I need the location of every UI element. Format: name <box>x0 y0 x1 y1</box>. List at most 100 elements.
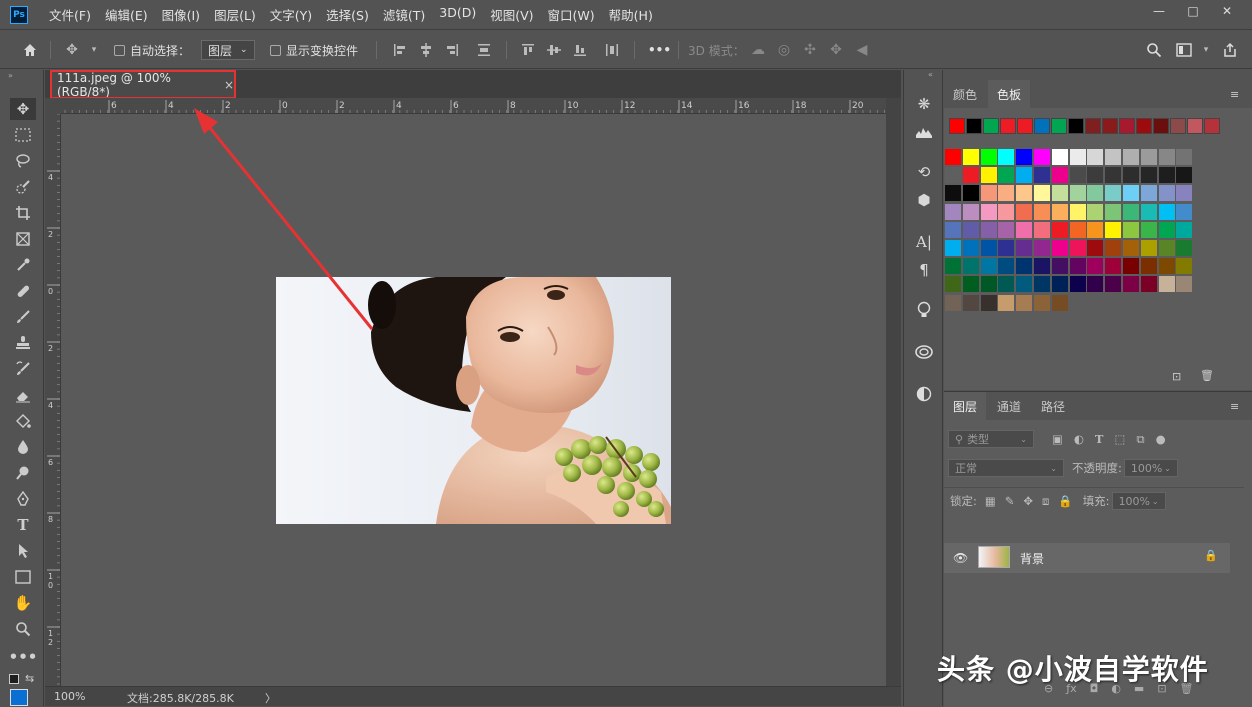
filter-adjustment-icon[interactable]: ◐ <box>1074 432 1084 446</box>
lightbulb-icon[interactable] <box>914 300 934 320</box>
menu-item-9[interactable]: 窗口(W) <box>541 5 602 24</box>
color-swatch[interactable] <box>1158 185 1175 202</box>
color-swatch[interactable] <box>980 221 997 238</box>
recent-swatch[interactable] <box>1085 118 1101 134</box>
blur-tool-icon[interactable] <box>10 436 36 458</box>
auto-select-checkbox[interactable]: 自动选择： <box>114 40 190 60</box>
tab-color[interactable]: 颜色 <box>944 80 986 108</box>
color-swatch[interactable] <box>1087 149 1104 165</box>
color-swatch[interactable] <box>1051 203 1068 220</box>
color-swatch[interactable] <box>945 185 961 202</box>
align-vertical-center-icon[interactable] <box>546 42 562 58</box>
history-icon[interactable]: ⟲ <box>914 162 934 182</box>
search-icon[interactable] <box>1146 42 1162 58</box>
color-swatch[interactable] <box>1105 167 1122 184</box>
recent-swatch[interactable] <box>1017 118 1033 134</box>
color-swatch[interactable] <box>1016 276 1033 293</box>
color-swatch[interactable] <box>1140 258 1157 275</box>
ruler-origin[interactable] <box>45 98 61 114</box>
color-swatch[interactable] <box>962 185 979 202</box>
recent-swatch[interactable] <box>1204 118 1220 134</box>
filter-toggle-icon[interactable]: ● <box>1156 432 1166 446</box>
color-swatch[interactable] <box>1140 240 1157 256</box>
lock-all-icon[interactable]: 🔒 <box>1058 494 1072 508</box>
color-swatch[interactable] <box>1051 258 1068 275</box>
3d-orbit-icon[interactable]: ☁ <box>750 42 766 58</box>
color-swatch[interactable] <box>1034 221 1050 238</box>
color-swatch[interactable] <box>1140 276 1157 293</box>
lasso-tool-icon[interactable] <box>10 150 36 172</box>
marquee-tool-icon[interactable] <box>10 124 36 146</box>
color-swatch[interactable] <box>1123 149 1139 165</box>
color-swatch[interactable] <box>1140 185 1157 202</box>
recent-swatch[interactable] <box>1153 118 1169 134</box>
color-swatch[interactable] <box>962 221 979 238</box>
color-swatch[interactable] <box>962 203 979 220</box>
tab-layers[interactable]: 图层 <box>944 392 986 420</box>
color-swatch[interactable] <box>1176 149 1193 165</box>
character-icon[interactable]: A| <box>914 232 934 252</box>
color-swatch[interactable] <box>945 203 961 220</box>
lock-image-icon[interactable]: ✎ <box>1005 494 1015 508</box>
color-swatch[interactable] <box>1105 258 1122 275</box>
move-tool-preset-icon[interactable]: ✥ <box>64 42 80 58</box>
lock-transparent-icon[interactable]: ▦ <box>985 494 996 508</box>
color-swatch[interactable] <box>962 149 979 165</box>
color-swatch[interactable] <box>998 185 1015 202</box>
menu-item-3[interactable]: 图层(L) <box>207 5 263 24</box>
color-swatch[interactable] <box>1034 203 1050 220</box>
color-swatch[interactable] <box>1034 294 1050 311</box>
color-swatch[interactable] <box>1176 240 1193 256</box>
color-swatch[interactable] <box>962 276 979 293</box>
lock-position-icon[interactable]: ✥ <box>1023 494 1033 508</box>
opacity-input[interactable]: 100% ⌄ <box>1123 459 1178 477</box>
color-swatch[interactable] <box>1016 221 1033 238</box>
swap-colors-icon[interactable]: ⇆ <box>25 672 34 685</box>
color-swatch[interactable] <box>1123 276 1139 293</box>
color-swatch[interactable] <box>1087 185 1104 202</box>
color-swatch[interactable] <box>1051 294 1068 311</box>
color-swatch[interactable] <box>1051 149 1068 165</box>
color-swatch[interactable] <box>962 240 979 256</box>
recent-swatch[interactable] <box>983 118 999 134</box>
crop-tool-icon[interactable] <box>10 202 36 224</box>
distribute-horizontal-icon[interactable] <box>604 42 620 58</box>
color-swatch[interactable] <box>998 167 1015 184</box>
align-left-icon[interactable] <box>392 42 408 58</box>
align-right-icon[interactable] <box>444 42 460 58</box>
delete-swatch-icon[interactable]: 🗑 <box>1200 369 1214 382</box>
brush-tool-icon[interactable] <box>10 306 36 328</box>
learn-icon[interactable]: ❋ <box>914 94 934 114</box>
color-swatch[interactable] <box>1158 167 1175 184</box>
3d-pan-icon[interactable]: ✣ <box>802 42 818 58</box>
color-swatch[interactable] <box>1016 185 1033 202</box>
color-swatch[interactable] <box>1140 203 1157 220</box>
color-swatch[interactable] <box>998 240 1015 256</box>
chevron-down-icon[interactable]: ▾ <box>86 42 102 58</box>
3d-roll-icon[interactable]: ◎ <box>776 42 792 58</box>
color-swatch[interactable] <box>1105 203 1122 220</box>
color-swatch[interactable] <box>1051 276 1068 293</box>
panel-menu-icon[interactable]: ≡ <box>1230 400 1239 413</box>
color-swatch[interactable] <box>998 294 1015 311</box>
color-swatch[interactable] <box>1034 240 1050 256</box>
color-swatch[interactable] <box>1069 185 1086 202</box>
color-swatch[interactable] <box>1069 167 1086 184</box>
color-swatch[interactable] <box>980 149 997 165</box>
frame-tool-icon[interactable] <box>10 228 36 250</box>
align-bottom-icon[interactable] <box>572 42 588 58</box>
color-swatch[interactable] <box>1105 240 1122 256</box>
hand-tool-icon[interactable]: ✋ <box>10 592 36 614</box>
color-swatch[interactable] <box>1158 149 1175 165</box>
color-swatch[interactable] <box>1140 167 1157 184</box>
layer-row[interactable]: 👁 背景 🔒 <box>944 543 1230 573</box>
auto-select-target-dropdown[interactable]: 图层 ⌄ <box>201 40 255 60</box>
creative-cloud-icon[interactable] <box>914 342 934 362</box>
histogram-icon[interactable] <box>914 122 934 142</box>
color-swatch[interactable] <box>1140 221 1157 238</box>
color-swatch[interactable] <box>1123 203 1139 220</box>
color-swatch[interactable] <box>1176 167 1193 184</box>
color-swatch[interactable] <box>945 294 961 311</box>
fill-input[interactable]: 100% ⌄ <box>1111 492 1166 510</box>
recent-swatch[interactable] <box>1000 118 1016 134</box>
